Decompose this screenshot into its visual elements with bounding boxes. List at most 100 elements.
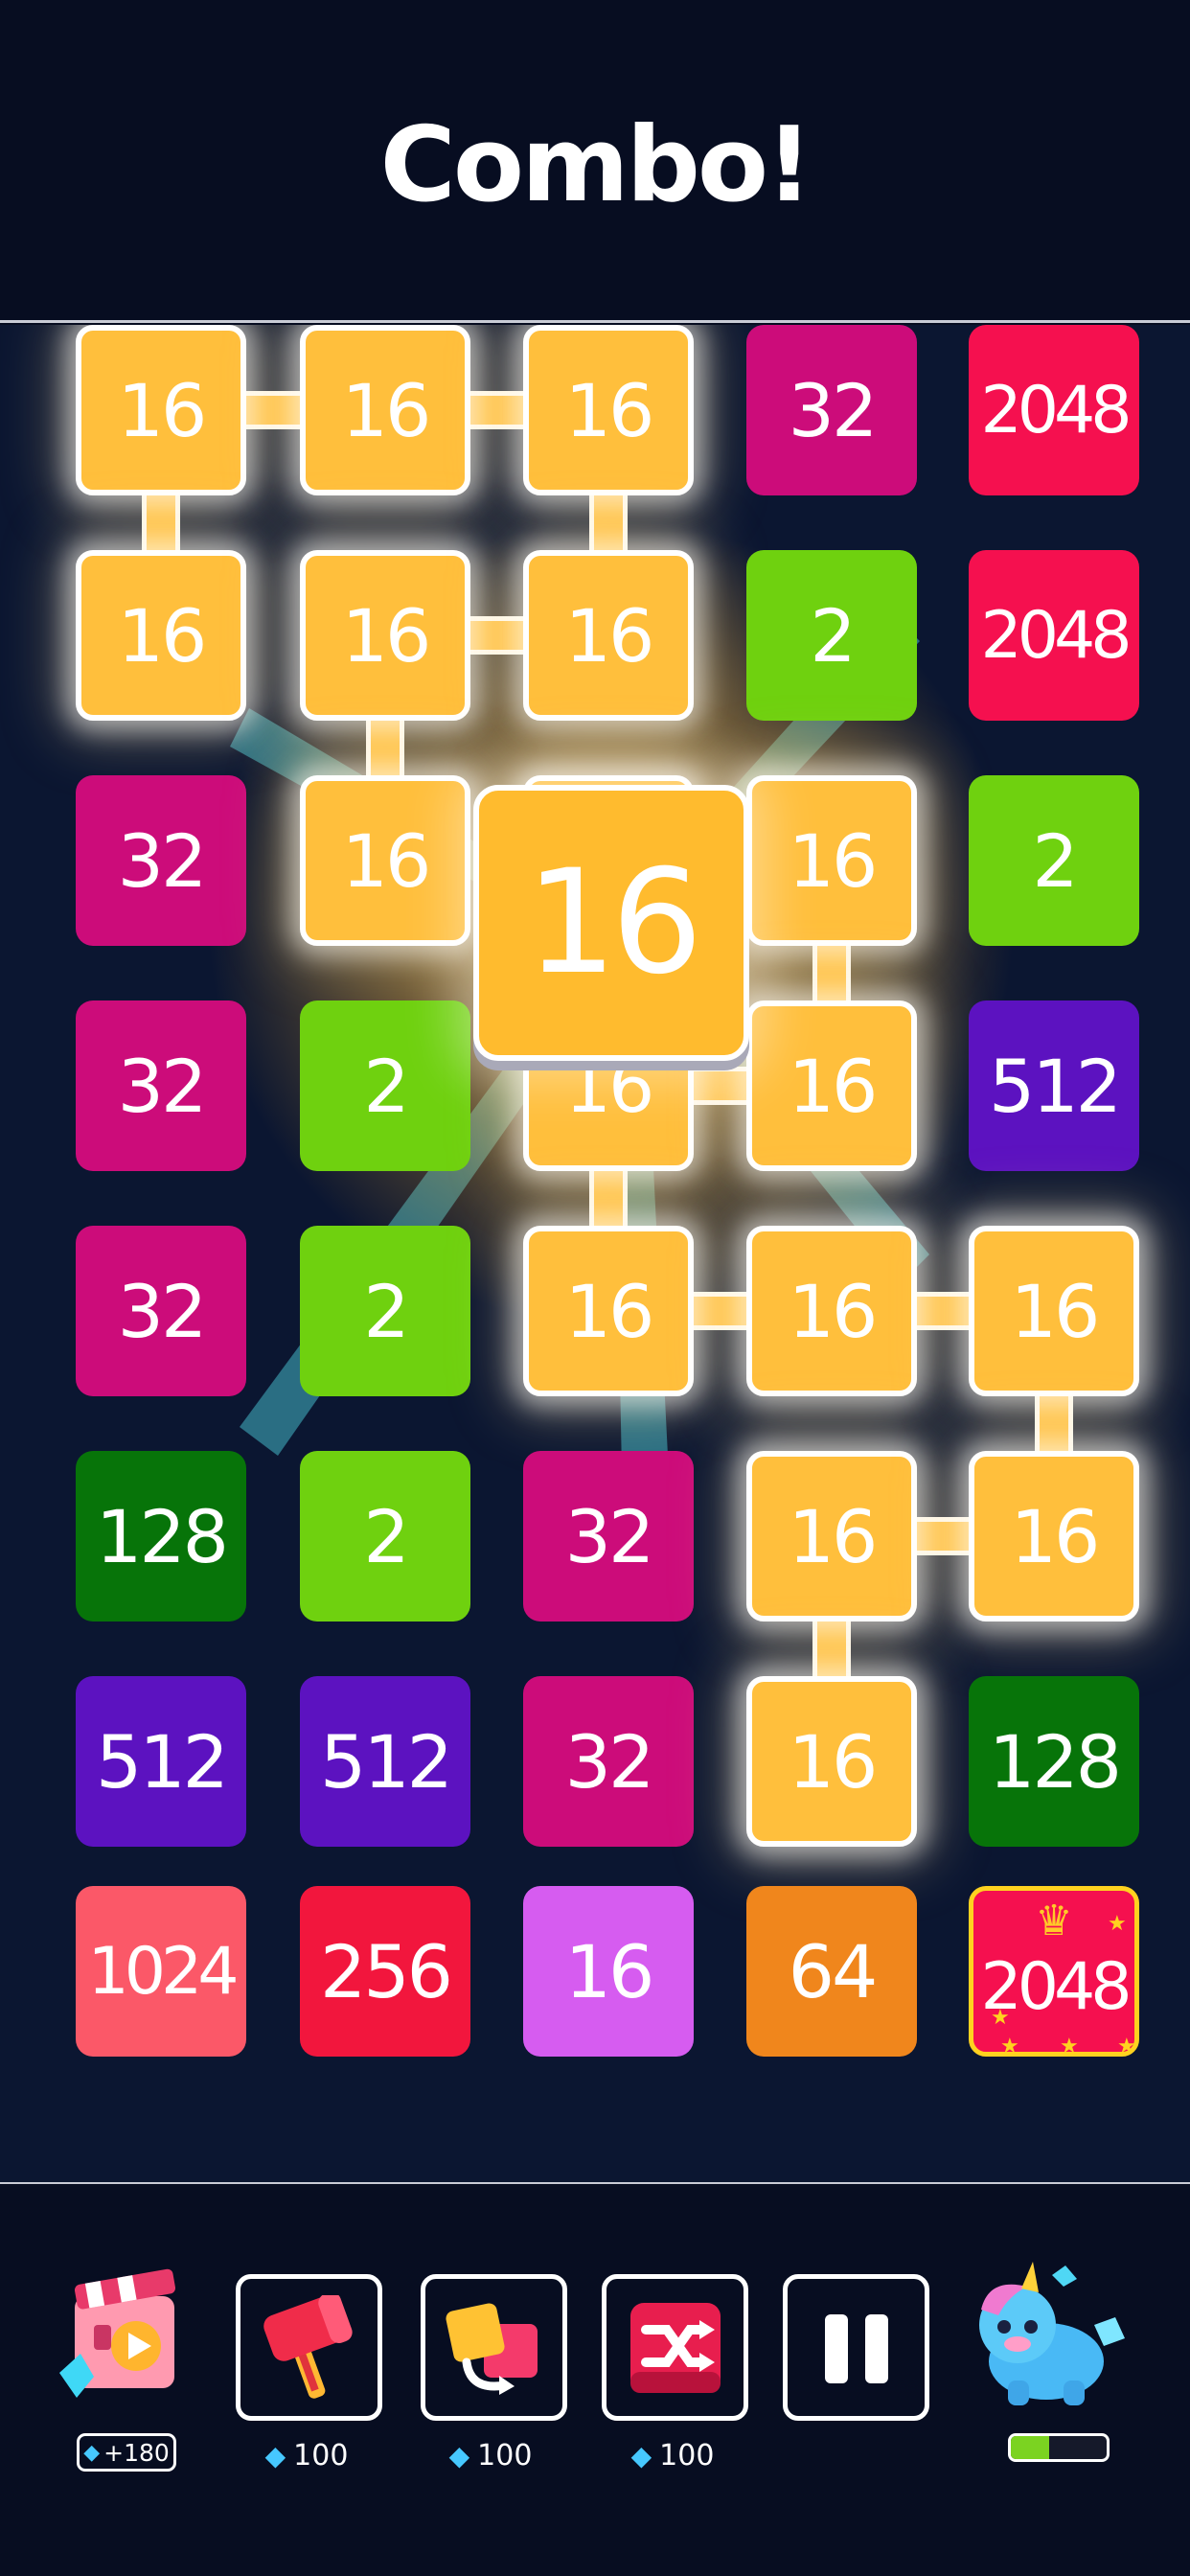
tile-value: 2 — [363, 1043, 409, 1129]
gem-icon: ◆ — [630, 2440, 652, 2472]
tile-r7-c1[interactable]: 512 — [76, 1676, 246, 1847]
tile-value: 16 — [564, 367, 655, 453]
tile-value: 16 — [788, 1493, 879, 1579]
tile-value: 2 — [810, 592, 856, 678]
tile-r2-c2[interactable]: 16 — [300, 550, 470, 721]
title-bar: Combo! — [0, 0, 1190, 322]
game-board: 16 16 16 32 2048 16 16 16 2 2048 32 16 16 2 32 2 16 16 512… — [0, 325, 1190, 2184]
tile-r5-c1[interactable]: 32 — [76, 1226, 246, 1396]
tile-r7-c5[interactable]: 128 — [969, 1676, 1139, 1847]
gem-icon: ◆ — [264, 2440, 286, 2472]
tile-value: 32 — [564, 1718, 655, 1805]
tile-r6-c2[interactable]: 2 — [300, 1451, 470, 1622]
tile-r8-c2[interactable]: 256 — [300, 1886, 470, 2057]
swap-cost: ◆ 100 — [404, 2439, 577, 2472]
tile-r6-c4[interactable]: 16 — [746, 1451, 917, 1622]
tile-value: 2048 — [980, 1948, 1132, 2025]
tile-r4-c2[interactable]: 2 — [300, 1000, 470, 1171]
tile-value: 16 — [564, 592, 655, 678]
tile-r4-c4[interactable]: 16 — [746, 1000, 917, 1171]
tile-r1-c5[interactable]: 2048 — [969, 325, 1139, 495]
tile-r5-c2[interactable]: 2 — [300, 1226, 470, 1396]
tile-r8-c3[interactable]: 16 — [523, 1886, 694, 2057]
star-icon: ★ — [1117, 2035, 1136, 2058]
tile-value: 16 — [341, 367, 432, 453]
shuffle-cost: ◆ 100 — [586, 2439, 759, 2472]
mascot-progress-fill — [1011, 2436, 1049, 2459]
tile-r4-c1[interactable]: 32 — [76, 1000, 246, 1171]
tile-value: 2 — [363, 1493, 409, 1579]
tile-value: 2 — [363, 1268, 409, 1354]
tile-value: 32 — [564, 1493, 655, 1579]
tile-value: 16 — [564, 1268, 655, 1354]
video-reward-amount: ◆ +180 — [77, 2433, 176, 2472]
tile-value: 2 — [1032, 817, 1078, 904]
tile-r3-c1[interactable]: 32 — [76, 775, 246, 946]
video-reward-button[interactable] — [56, 2258, 190, 2421]
tile-r3-c2[interactable]: 16 — [300, 775, 470, 946]
tile-r2-c5[interactable]: 2048 — [969, 550, 1139, 721]
star-icon: ★ — [1000, 2035, 1019, 2058]
tile-r1-c1[interactable]: 16 — [76, 325, 246, 495]
gem-icon: ◆ — [83, 2440, 101, 2465]
tile-r7-c2[interactable]: 512 — [300, 1676, 470, 1847]
tile-value: 128 — [95, 1493, 229, 1579]
mascot-progress-bar — [1008, 2433, 1110, 2462]
tile-value: 32 — [117, 1043, 208, 1129]
swap-button[interactable] — [421, 2274, 567, 2421]
tile-r7-c4[interactable]: 16 — [746, 1676, 917, 1847]
video-reward-label: +180 — [103, 2438, 170, 2467]
tile-r8-c4[interactable]: 64 — [746, 1886, 917, 2057]
tile-r1-c4[interactable]: 32 — [746, 325, 917, 495]
top-divider — [0, 320, 1190, 323]
tile-r2-c4[interactable]: 2 — [746, 550, 917, 721]
tile-value: 128 — [988, 1718, 1122, 1805]
tile-value: 16 — [341, 592, 432, 678]
tile-r3-c4[interactable]: 16 — [746, 775, 917, 946]
tile-r5-c4[interactable]: 16 — [746, 1226, 917, 1396]
tile-value: 16 — [117, 367, 208, 453]
tile-r5-c3[interactable]: 16 — [523, 1226, 694, 1396]
tile-r2-c1[interactable]: 16 — [76, 550, 246, 721]
tile-r3-c5[interactable]: 2 — [969, 775, 1139, 946]
tile-r6-c3[interactable]: 32 — [523, 1451, 694, 1622]
gem-icon: ◆ — [448, 2440, 470, 2472]
tile-value: 32 — [788, 367, 879, 453]
tile-value: 16 — [1010, 1268, 1101, 1354]
tile-r2-c3[interactable]: 16 — [523, 550, 694, 721]
combo-title: Combo! — [379, 105, 813, 225]
tile-r8-c5[interactable]: ♛ ★ ★ ★ ★ ★ 2048 — [969, 1886, 1139, 2058]
tile-r4-c5[interactable]: 512 — [969, 1000, 1139, 1171]
shuffle-icon — [629, 2302, 721, 2393]
tile-r1-c2[interactable]: 16 — [300, 325, 470, 495]
tile-value: 32 — [117, 817, 208, 904]
tile-value: 16 — [117, 592, 208, 678]
tile-value: 16 — [341, 817, 432, 904]
tile-value: 16 — [564, 1928, 655, 2014]
tile-r5-c5[interactable]: 16 — [969, 1226, 1139, 1396]
shuffle-button[interactable] — [602, 2274, 748, 2421]
tile-value: 2048 — [980, 372, 1132, 448]
tile-r8-c1[interactable]: 1024 — [76, 1886, 246, 2057]
tile-r6-c5[interactable]: 16 — [969, 1451, 1139, 1622]
pause-button[interactable] — [783, 2274, 929, 2421]
star-icon: ★ — [1060, 2035, 1079, 2058]
pause-icon — [824, 2313, 888, 2383]
tile-value: 512 — [95, 1718, 229, 1805]
mascot-button[interactable] — [960, 2258, 1133, 2421]
tile-value: 32 — [117, 1268, 208, 1354]
tile-r1-c3[interactable]: 16 — [523, 325, 694, 495]
clapperboard-icon — [59, 2268, 176, 2398]
unicorn-icon — [979, 2262, 1125, 2405]
hammer-button[interactable] — [236, 2274, 382, 2421]
tile-value: 256 — [319, 1928, 453, 2014]
tile-r7-c3[interactable]: 32 — [523, 1676, 694, 1847]
tile-value: 16 — [788, 817, 879, 904]
tile-r6-c1[interactable]: 128 — [76, 1451, 246, 1622]
swap-cost-label: 100 — [477, 2439, 533, 2472]
tile-value: 64 — [788, 1928, 879, 2014]
swap-icon — [445, 2302, 538, 2395]
tile-value: 16 — [788, 1043, 879, 1129]
tile-value: 512 — [319, 1718, 453, 1805]
hammer-icon — [263, 2294, 353, 2399]
